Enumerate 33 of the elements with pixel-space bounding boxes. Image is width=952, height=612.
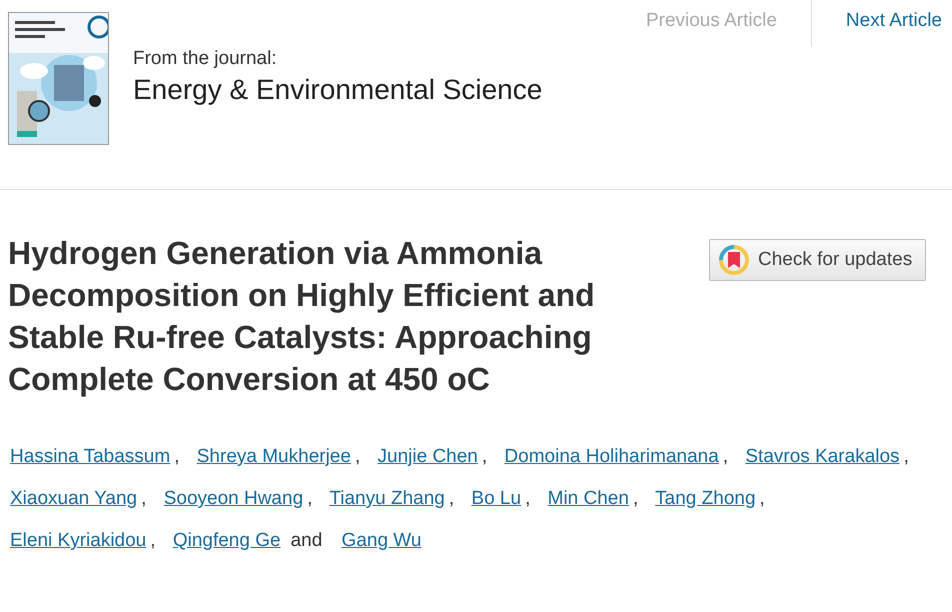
author-link[interactable]: Min Chen [548,488,629,509]
author-link[interactable]: Stavros Karakalos [745,446,900,467]
separator: , [760,488,765,509]
separator: , [525,488,530,509]
separator: , [722,446,728,467]
separator: , [307,488,312,509]
author-link[interactable]: Junjie Chen [378,446,478,467]
separator: , [150,530,156,551]
author-link[interactable]: Tianyu Zhang [329,488,445,509]
author-link[interactable]: Qingfeng Ge [172,530,281,551]
journal-name[interactable]: Energy & Environmental Science [133,74,612,106]
separator: , [141,488,146,509]
author-link[interactable]: Gang Wu [342,530,422,551]
bookmark-icon [718,244,750,276]
author-link[interactable]: Bo Lu [471,488,522,509]
article-title: Hydrogen Generation via Ammonia Decomposition on Highly Efficient and Stable Ru-free Catalysts: Approaching Complete Conversion at 450 oC [8,234,596,399]
author-link[interactable]: Xiaoxuan Yang [10,488,138,509]
separator: and [290,530,322,551]
next-article-link[interactable]: Next Article [810,0,952,46]
author-link[interactable]: Eleni Kyriakidou [10,530,146,551]
author-link[interactable]: Tang Zhong [655,488,756,509]
separator: , [482,446,488,467]
author-link[interactable]: Domoina Holiharimanana [504,446,719,467]
author-link[interactable]: Sooyeon Hwang [164,488,304,509]
check-for-updates-button[interactable]: Check for updates [709,239,926,281]
author-link[interactable]: Shreya Mukherjee [196,446,351,467]
separator: , [632,488,638,509]
separator: , [354,446,360,467]
author-link[interactable]: Hassina Tabassum [10,446,170,467]
journal-label: From the journal: [133,48,278,70]
separator: , [904,446,909,467]
separator: , [448,488,454,509]
separator: , [174,446,180,467]
